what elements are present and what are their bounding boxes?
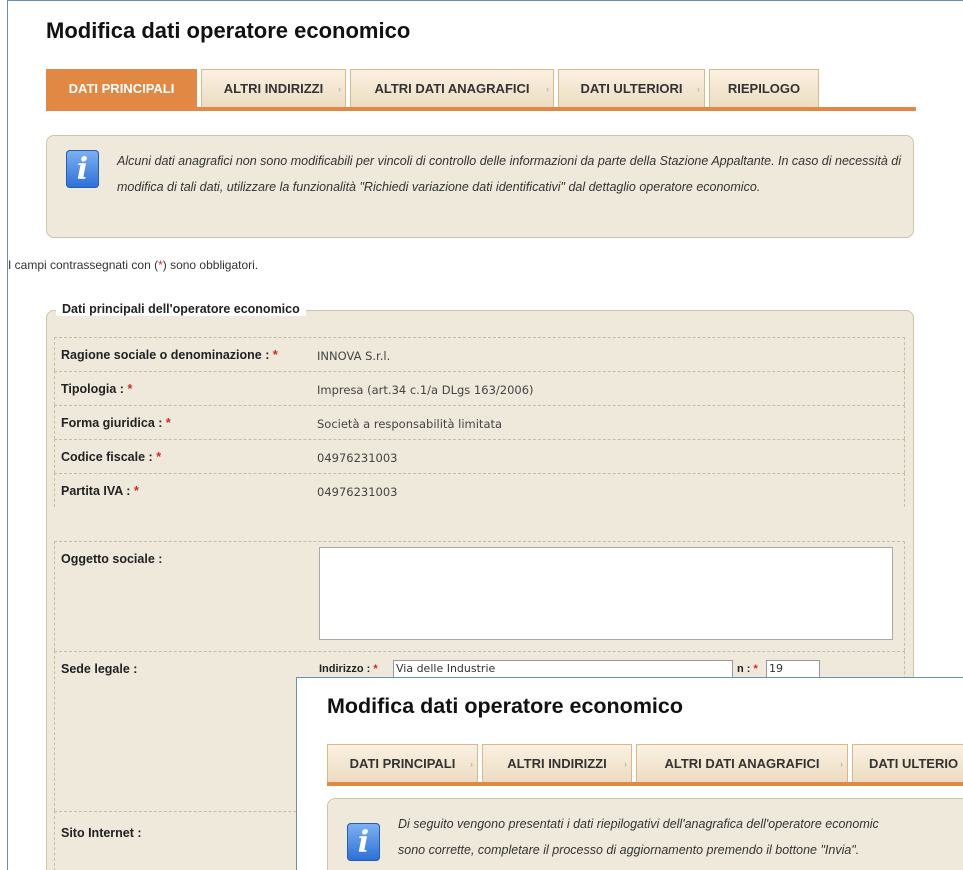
chevron-right-icon: ›: [338, 84, 341, 94]
overlay-tab-altri-indirizzi[interactable]: ALTRI INDIRIZZI ›: [482, 744, 632, 782]
note-text-after: ) sono obbligatori.: [162, 258, 259, 272]
mandatory-fields-note: I campi contrassegnati con (*) sono obbl…: [8, 258, 258, 272]
tab-underline: [46, 107, 916, 111]
field-label: Codice fiscale : *: [61, 450, 162, 464]
overlay-info-line-2: sono corrette, completare il processo di…: [398, 843, 860, 857]
chevron-right-icon: ›: [624, 759, 627, 769]
tab-label: ALTRI DATI ANAGRAFICI: [664, 756, 820, 771]
window-border-left: [7, 0, 8, 870]
field-row-forma-giuridica: Forma giuridica : * Società a responsabi…: [54, 405, 905, 439]
tab-label: ALTRI INDIRIZZI: [507, 756, 607, 771]
field-row-codice-fiscale: Codice fiscale : * 04976231003: [54, 439, 905, 473]
field-label: Sede legale :: [61, 662, 138, 676]
oggetto-sociale-textarea[interactable]: [319, 547, 893, 640]
indirizzo-input[interactable]: Via delle Industrie: [393, 660, 733, 678]
tab-label: RIEPILOGO: [727, 81, 801, 96]
overlay-info-line-1: Di seguito vengono presentati i dati rie…: [398, 817, 879, 831]
field-label: Oggetto sociale :: [61, 552, 163, 566]
field-row-tipologia: Tipologia : * Impresa (art.34 c.1/a DLgs…: [54, 371, 905, 405]
chevron-right-icon: ›: [470, 759, 473, 769]
field-label: Tipologia : *: [61, 382, 133, 396]
tab-label: ALTRI DATI ANAGRAFICI: [374, 81, 530, 96]
info-icon: i: [347, 823, 380, 861]
ragione-sociale-value: INNOVA S.r.l.: [317, 349, 391, 363]
chevron-right-icon: ›: [546, 84, 549, 94]
overlay-tab-dati-ulteriori[interactable]: DATI ULTERIO: [852, 744, 963, 782]
overlay-tab-dati-principali[interactable]: DATI PRINCIPALI ›: [327, 744, 478, 782]
tab-label: DATI ULTERIORI: [580, 81, 683, 96]
tab-dati-principali[interactable]: DATI PRINCIPALI: [46, 69, 197, 107]
field-label: Partita IVA : *: [61, 484, 139, 498]
field-label: Ragione sociale o denominazione : *: [61, 348, 278, 362]
tab-label: DATI PRINCIPALI: [349, 756, 456, 771]
tab-altri-dati-anagrafici[interactable]: ALTRI DATI ANAGRAFICI ›: [350, 69, 554, 107]
main-window: Modifica dati operatore economico DATI P…: [0, 0, 963, 870]
codice-fiscale-value: 04976231003: [317, 451, 398, 465]
field-row-ragione-sociale: Ragione sociale o denominazione : * INNO…: [54, 337, 905, 371]
tipologia-value: Impresa (art.34 c.1/a DLgs 163/2006): [317, 383, 534, 397]
overlay-page-title: Modifica dati operatore economico: [327, 694, 683, 718]
field-label: Forma giuridica : *: [61, 416, 171, 430]
overlay-tab-underline: [327, 782, 963, 786]
fieldset-legend: Dati principali dell'operatore economico: [56, 302, 306, 316]
overlay-tab-altri-dati-anagrafici[interactable]: ALTRI DATI ANAGRAFICI ›: [636, 744, 848, 782]
tab-bar: DATI PRINCIPALI ALTRI INDIRIZZI › ALTRI …: [46, 69, 916, 111]
info-icon: i: [66, 150, 99, 188]
tab-label: ALTRI INDIRIZZI: [223, 81, 324, 96]
overlay-screenshot: Modifica dati operatore economico DATI P…: [296, 677, 963, 870]
overlay-tab-bar: DATI PRINCIPALI › ALTRI INDIRIZZI › ALTR…: [327, 744, 963, 786]
field-row-oggetto-sociale: Oggetto sociale :: [54, 541, 905, 651]
numero-label: n : *: [737, 663, 758, 675]
numero-civico-input[interactable]: 19: [766, 660, 820, 678]
forma-giuridica-value: Società a responsabilità limitata: [317, 417, 503, 431]
tab-label: DATI PRINCIPALI: [68, 81, 175, 96]
info-message: Alcuni dati anagrafici non sono modifica…: [117, 154, 902, 194]
tab-riepilogo[interactable]: RIEPILOGO: [709, 69, 819, 107]
window-border-top: [7, 0, 963, 1]
field-label: Sito Internet :: [61, 826, 142, 840]
chevron-right-icon: ›: [840, 759, 843, 769]
chevron-right-icon: ›: [697, 84, 700, 94]
overlay-info-message: Di seguito vengono presentati i dati rie…: [398, 811, 963, 863]
partita-iva-value: 04976231003: [317, 485, 398, 499]
tab-altri-indirizzi[interactable]: ALTRI INDIRIZZI ›: [201, 69, 346, 107]
indirizzo-label: Indirizzo : *: [319, 663, 378, 675]
field-row-partita-iva: Partita IVA : * 04976231003: [54, 473, 905, 507]
page-title: Modifica dati operatore economico: [46, 18, 411, 43]
info-box: i Alcuni dati anagrafici non sono modifi…: [46, 135, 914, 238]
note-text-before: I campi contrassegnati con (: [8, 258, 159, 272]
overlay-info-box: i Di seguito vengono presentati i dati r…: [327, 798, 963, 870]
tab-label: DATI ULTERIO: [869, 756, 959, 771]
tab-dati-ulteriori[interactable]: DATI ULTERIORI ›: [558, 69, 705, 107]
